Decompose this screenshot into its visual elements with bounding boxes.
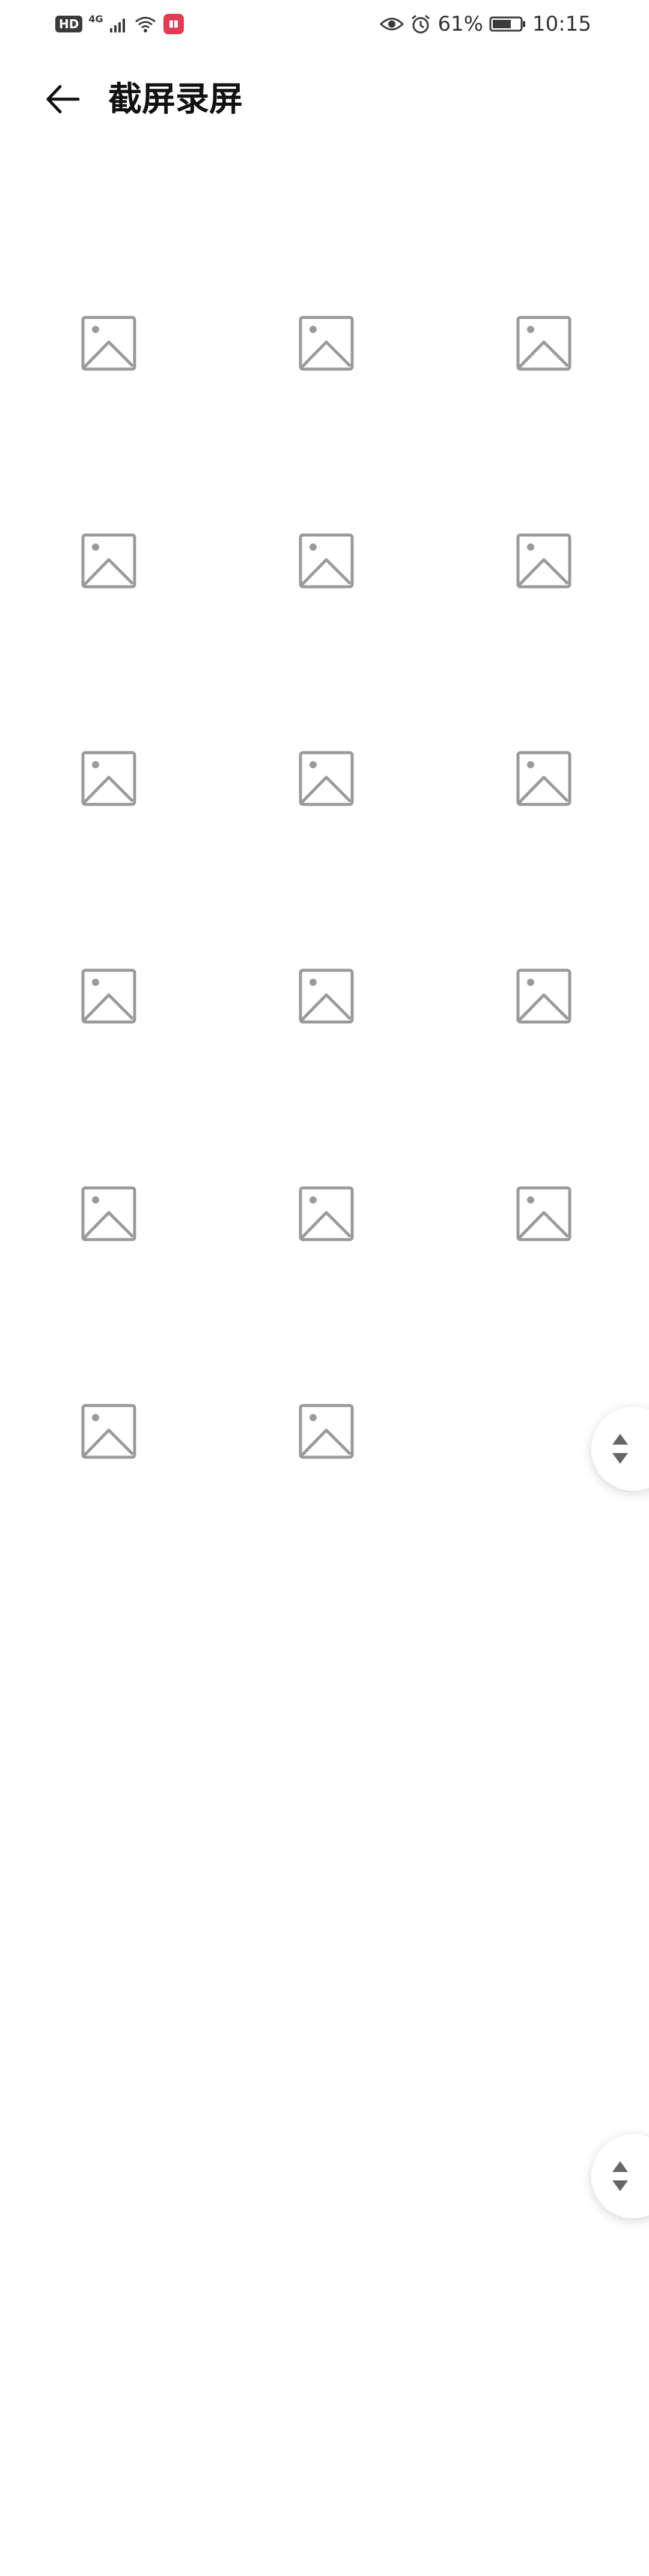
signal-icon [109, 19, 125, 32]
hd-icon: HD [55, 16, 83, 32]
clock: 10:15 [532, 12, 591, 36]
image-placeholder-icon [81, 751, 136, 806]
image-placeholder-icon [516, 533, 571, 589]
scroll-up-down-icon [603, 1407, 637, 1491]
image-placeholder-icon [299, 751, 354, 806]
screenshot-thumbnail[interactable] [435, 1105, 649, 1323]
screenshot-thumbnail[interactable] [218, 1105, 435, 1323]
screenshot-thumbnail[interactable] [0, 452, 218, 670]
screenshot-thumbnail[interactable] [218, 887, 435, 1105]
image-placeholder-icon [81, 1186, 136, 1241]
image-placeholder-icon [516, 968, 571, 1024]
screenshot-thumbnail[interactable] [0, 887, 218, 1105]
image-placeholder-icon [299, 1404, 354, 1459]
image-placeholder-icon [81, 968, 136, 1024]
screenshot-thumbnail[interactable] [0, 670, 218, 887]
image-placeholder-icon [299, 533, 354, 589]
image-placeholder-icon [299, 316, 354, 371]
screenshot-thumbnail[interactable] [218, 234, 435, 452]
page-title: 截屏录屏 [108, 80, 243, 119]
screenshot-thumbnail[interactable] [0, 1105, 218, 1323]
screenshot-thumbnail[interactable] [435, 234, 649, 452]
arrow-left-icon [46, 85, 80, 114]
image-placeholder-icon [299, 968, 354, 1024]
image-placeholder-icon [81, 316, 136, 371]
image-placeholder-icon [81, 1404, 136, 1459]
screenshot-thumbnail[interactable] [218, 670, 435, 887]
screenshot-thumbnail[interactable] [435, 452, 649, 670]
status-right-group: 61% 10:15 [380, 11, 591, 37]
screenshot-thumbnail[interactable] [0, 1323, 218, 1540]
image-placeholder-icon [516, 751, 571, 806]
alarm-icon [412, 14, 430, 34]
screenshot-thumbnail[interactable] [218, 1323, 435, 1540]
scroll-handle[interactable] [591, 2134, 649, 2218]
screenshot-gallery-grid [0, 234, 649, 1540]
screenshot-thumbnail[interactable] [0, 234, 218, 452]
image-placeholder-icon [299, 1186, 354, 1241]
image-placeholder-icon [516, 1186, 571, 1241]
eye-icon [380, 17, 404, 31]
screenshot-thumbnail[interactable] [218, 452, 435, 670]
network-type-label: 4G [88, 13, 103, 25]
scroll-up-down-icon [603, 2134, 637, 2218]
status-bar: HD 4G 61% 10:15 [0, 0, 649, 48]
wifi-icon [135, 17, 156, 32]
back-button[interactable] [41, 78, 83, 120]
image-placeholder-icon [516, 316, 571, 371]
app-notification-icon [163, 14, 184, 34]
screenshot-thumbnail[interactable] [435, 887, 649, 1105]
status-left-group: HD 4G [55, 11, 184, 37]
app-header: 截屏录屏 [0, 65, 649, 131]
image-placeholder-icon [81, 533, 136, 589]
battery-icon [489, 16, 526, 32]
screenshot-thumbnail[interactable] [435, 670, 649, 887]
battery-percent: 61% [437, 12, 484, 36]
